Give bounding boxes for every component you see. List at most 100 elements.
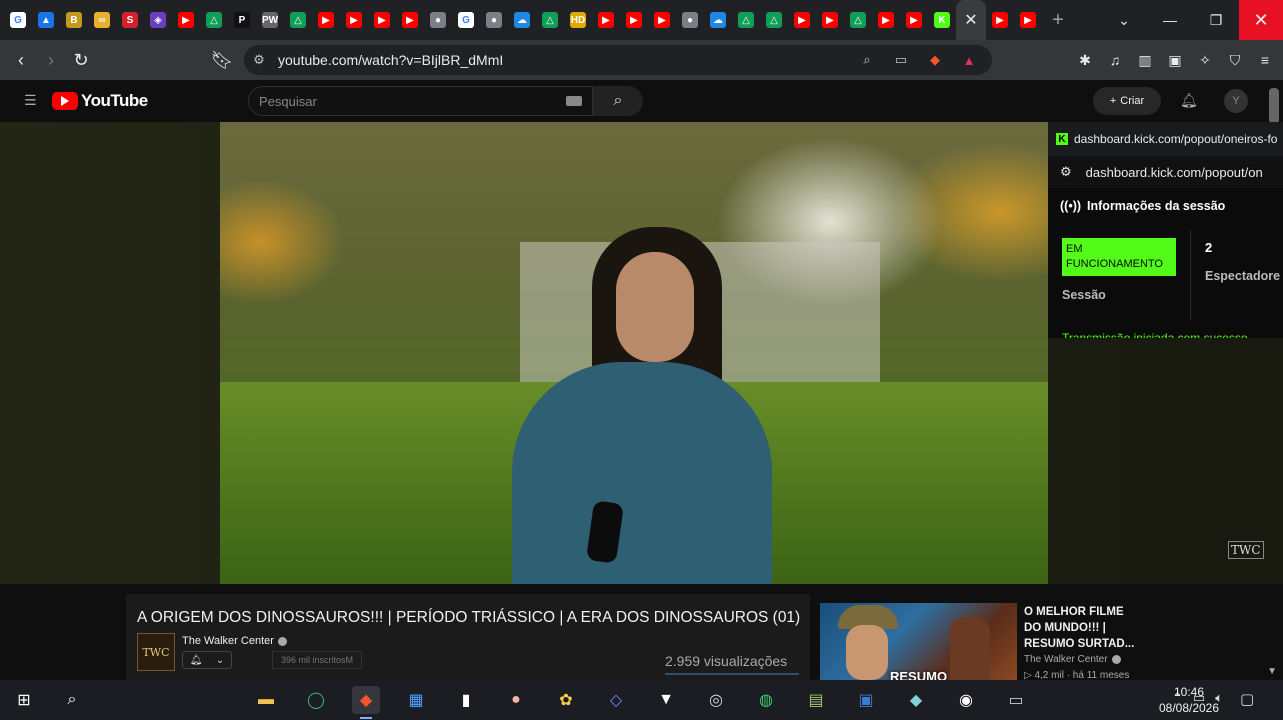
site-settings-icon[interactable]: ⚙ xyxy=(244,52,274,68)
browser-tab[interactable]: ☁ xyxy=(508,0,536,40)
keyboard-icon[interactable] xyxy=(566,96,582,106)
guide-menu-icon[interactable]: ☰ xyxy=(24,92,37,109)
browser-tab[interactable]: △ xyxy=(284,0,312,40)
app-o-icon[interactable]: ◯ xyxy=(302,686,330,714)
browser-tab[interactable]: K xyxy=(928,0,956,40)
new-tab-button[interactable]: + xyxy=(1042,9,1074,32)
browser-tab[interactable]: ▶ xyxy=(872,0,900,40)
start-button[interactable]: ⊞ xyxy=(10,686,38,714)
active-tab[interactable]: ✕ xyxy=(956,0,986,40)
archive-icon[interactable]: ▤ xyxy=(802,686,830,714)
browser-tab[interactable]: ▶ xyxy=(1014,0,1042,40)
calculator-icon[interactable]: ▣ xyxy=(852,686,880,714)
browser-tab[interactable]: ▶ xyxy=(340,0,368,40)
browser-tab[interactable]: HD xyxy=(564,0,592,40)
page-scrollbar[interactable] xyxy=(1269,88,1279,124)
browser-tab[interactable]: PW xyxy=(256,0,284,40)
avatar[interactable]: Y xyxy=(1224,89,1248,113)
site-settings-icon[interactable]: ⚙ xyxy=(1060,164,1072,180)
browser-tab[interactable]: G xyxy=(452,0,480,40)
tab-search-chevron-icon[interactable]: ⌄ xyxy=(1101,0,1147,40)
close-tab-icon[interactable]: ✕ xyxy=(964,10,977,30)
zoom-icon[interactable]: ⌕ xyxy=(854,49,880,71)
browser-tab[interactable]: △ xyxy=(200,0,228,40)
address-bar[interactable]: ⚙ youtube.com/watch?v=BIjlBR_dMmI ⌕ ▭ ◆ … xyxy=(244,45,992,75)
subscribed-button[interactable]: 🔔︎ ⌄ xyxy=(182,651,232,669)
wallet-icon[interactable]: ▣ xyxy=(1163,48,1187,72)
cast-icon[interactable]: ▭ xyxy=(888,49,914,71)
browser-tab[interactable]: B xyxy=(60,0,88,40)
browser-tab[interactable]: ● xyxy=(424,0,452,40)
green-app-icon[interactable]: ◍ xyxy=(752,686,780,714)
browser-tab[interactable]: △ xyxy=(844,0,872,40)
browser-tab[interactable]: ▶ xyxy=(368,0,396,40)
browser-tab[interactable]: ▶ xyxy=(816,0,844,40)
browser-tab[interactable]: ▶ xyxy=(396,0,424,40)
extensions-icon[interactable]: ✱ xyxy=(1073,48,1097,72)
browser-tab[interactable]: ▶ xyxy=(172,0,200,40)
vpn-icon[interactable]: ⛉ xyxy=(1223,48,1247,72)
window-app-icon[interactable]: ▭ xyxy=(1002,686,1030,714)
sidebar-icon[interactable]: ▥ xyxy=(1133,48,1157,72)
browser-tab[interactable]: ▶ xyxy=(648,0,676,40)
search-button[interactable]: ⌕ xyxy=(593,86,643,116)
scroll-down-arrow-icon[interactable]: ▼ xyxy=(1267,666,1277,677)
browser-tab[interactable]: △ xyxy=(732,0,760,40)
browser-tab[interactable]: P xyxy=(228,0,256,40)
browser-tab[interactable]: ▶ xyxy=(620,0,648,40)
reload-button[interactable]: ↻ xyxy=(66,45,96,75)
mask-app-icon[interactable]: ▼ xyxy=(652,686,680,714)
browser-tab[interactable]: ▶ xyxy=(986,0,1014,40)
forward-button[interactable]: › xyxy=(36,45,66,75)
youtube-logo[interactable]: YouTube xyxy=(52,91,148,111)
brave-shields-icon[interactable]: ◆ xyxy=(922,49,948,71)
browser-tab[interactable]: ● xyxy=(480,0,508,40)
notification-center-icon[interactable]: ▢ xyxy=(1240,690,1254,708)
pig-app-icon[interactable]: ● xyxy=(502,686,530,714)
browser-tab[interactable]: ◈ xyxy=(144,0,172,40)
back-button[interactable]: ‹ xyxy=(6,45,36,75)
audio-app-icon[interactable]: ▮ xyxy=(452,686,480,714)
system-clock[interactable]: 10:46 08/08/2026 xyxy=(1158,684,1220,716)
obs-recording-icon[interactable]: ◉ xyxy=(952,686,980,714)
file-explorer-icon[interactable]: ▬ xyxy=(252,686,280,714)
channel-watermark[interactable]: TWC xyxy=(1228,541,1264,559)
layers-app-icon[interactable]: ◇ xyxy=(602,686,630,714)
close-window-button[interactable]: ✕ xyxy=(1239,0,1283,40)
recommended-thumbnail[interactable]: RESUMO xyxy=(820,603,1017,680)
browser-tab[interactable]: ● xyxy=(676,0,704,40)
browser-tab[interactable]: ▶ xyxy=(312,0,340,40)
channel-name[interactable]: The Walker Center xyxy=(182,635,287,647)
browser-tab[interactable]: ▲ xyxy=(32,0,60,40)
microsoft-store-icon[interactable]: ▦ xyxy=(402,686,430,714)
create-button[interactable]: + Criar xyxy=(1093,87,1161,115)
video-player[interactable] xyxy=(220,122,1048,584)
browser-tab[interactable]: S xyxy=(116,0,144,40)
bee-app-icon[interactable]: ✿ xyxy=(552,686,580,714)
restore-button[interactable]: ❐ xyxy=(1193,0,1239,40)
bookmark-icon[interactable]: 🔖︎ xyxy=(207,45,237,75)
browser-tab[interactable]: ∞ xyxy=(88,0,116,40)
browser-tab[interactable]: G xyxy=(4,0,32,40)
browser-tab[interactable]: ▶ xyxy=(788,0,816,40)
notifications-icon[interactable]: 🔔︎ xyxy=(1180,92,1198,109)
menu-icon[interactable]: ≡ xyxy=(1253,48,1277,72)
brave-browser-icon[interactable]: ◆ xyxy=(352,686,380,719)
brave-rewards-icon[interactable]: ▲ xyxy=(956,49,982,71)
browser-tab[interactable]: △ xyxy=(760,0,788,40)
search-icon[interactable]: ⌕ xyxy=(58,686,86,714)
gamepad-icon[interactable]: ◎ xyxy=(702,686,730,714)
channel-name-text[interactable]: The Walker Center xyxy=(182,635,274,647)
recommended-channel[interactable]: The Walker Center xyxy=(1024,654,1121,665)
browser-tab[interactable]: △ xyxy=(536,0,564,40)
browser-tab[interactable]: ▶ xyxy=(592,0,620,40)
minimize-button[interactable]: — xyxy=(1147,0,1193,40)
url-text[interactable]: youtube.com/watch?v=BIjlBR_dMmI xyxy=(278,52,503,68)
search-input[interactable]: Pesquisar xyxy=(248,86,593,116)
notes-icon[interactable]: ◆ xyxy=(902,686,930,714)
recommended-title[interactable]: O MELHOR FILME DO MUNDO!!! | RESUMO SURT… xyxy=(1024,604,1142,652)
browser-tab[interactable]: ☁ xyxy=(704,0,732,40)
kick-popout-address-bar[interactable]: ⚙ dashboard.kick.com/popout/on xyxy=(1048,156,1283,188)
leo-ai-icon[interactable]: ✧ xyxy=(1193,48,1217,72)
recommended-channel-text[interactable]: The Walker Center xyxy=(1024,654,1108,665)
